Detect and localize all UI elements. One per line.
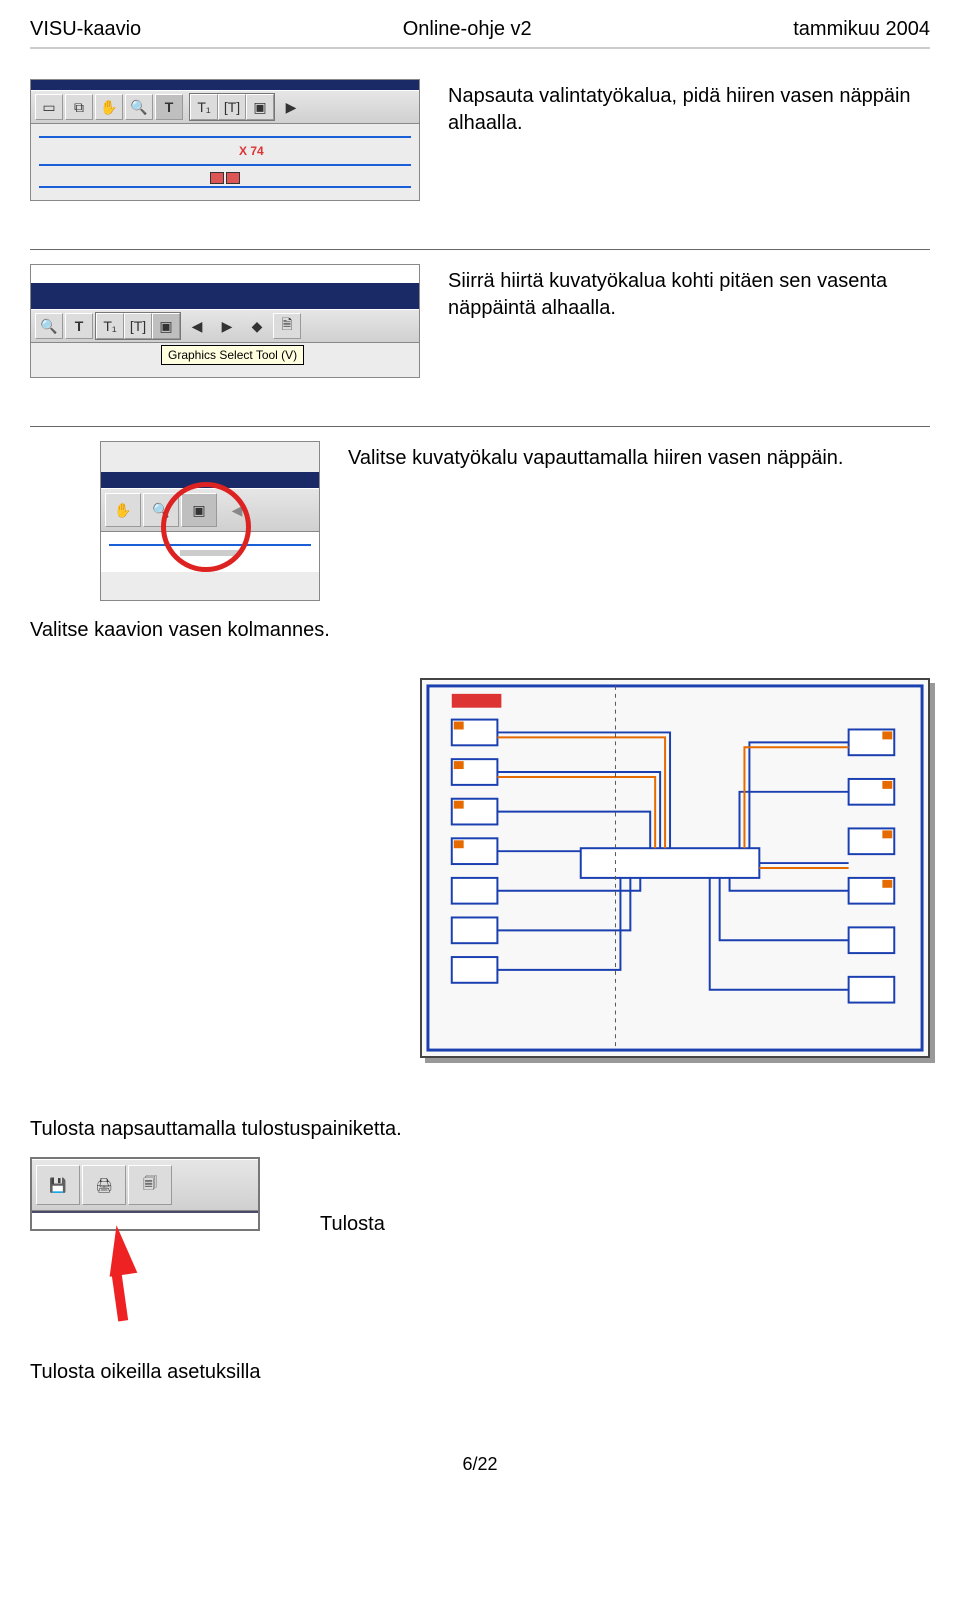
step-1-image: ▭ ⧉ ✋ 🔍 T T₁ [T] ▣ ▶ X 74 (30, 79, 420, 201)
header-left: VISU-kaavio (30, 18, 141, 41)
print-row: 💾 🖨 🗐 Tulosta (30, 1157, 930, 1321)
print-toolbar-image: 💾 🖨 🗐 (30, 1157, 260, 1321)
tool-sub-b2-icon: [T] (124, 313, 152, 339)
header-center: Online-ohje v2 (403, 18, 532, 41)
tool-copy-icon: ⧉ (65, 94, 93, 120)
step-2-text: Siirrä hiirtä kuvatyökalua kohti pitäen … (448, 264, 930, 322)
tool-search-icon: 🔍 (35, 313, 63, 339)
print-label: Tulosta (320, 1157, 930, 1238)
step-2: 🔍 T T₁ [T] ▣ ◀ ▶ ◆ 🗎 Graphics Select Too… (30, 264, 930, 378)
schematic-node-label: X 74 (239, 144, 264, 158)
highlight-circle (161, 482, 251, 572)
tool-page-icon: ▭ (35, 94, 63, 120)
step-3-text: Valitse kuvatyökalu vapauttamalla hiiren… (348, 441, 930, 472)
print-icon: 🖨 (82, 1165, 126, 1205)
tool-select-graphic-icon: ▣ (246, 94, 274, 120)
step-3: ✋ 🔍 ▣ ◀ Valitse kuvatyökalu vapauttamall… (30, 441, 930, 601)
print-settings-caption: Tulosta oikeilla asetuksilla (30, 1361, 930, 1384)
tool-sub-a2-icon: T₁ (96, 313, 124, 339)
step-1-text: Napsauta valintatyökalua, pidä hiiren va… (448, 79, 930, 137)
red-arrow-stem (112, 1275, 128, 1322)
tool-newdoc-icon: 🗎 (273, 313, 301, 339)
step-1: ▭ ⧉ ✋ 🔍 T T₁ [T] ▣ ▶ X 74 (30, 79, 930, 201)
tool-hand-icon: ✋ (95, 94, 123, 120)
red-arrow-icon (103, 1223, 138, 1276)
header-divider (30, 47, 930, 49)
tooltip-graphics-select: Graphics Select Tool (V) (161, 345, 304, 365)
tool-hand2-icon: ✋ (105, 493, 141, 527)
tool-sub-a-icon: T₁ (190, 94, 218, 120)
tool-sub-b-icon: [T] (218, 94, 246, 120)
save-icon: 💾 (36, 1165, 80, 1205)
print-instruction: Tulosta napsauttamalla tulostuspainikett… (30, 1118, 930, 1141)
header-right: tammikuu 2004 (793, 18, 930, 41)
step-2-bottom-rule (30, 426, 930, 427)
select-left-third-caption: Valitse kaavion vasen kolmannes. (30, 619, 930, 642)
tool-graphic-select-icon: ▣ (152, 313, 180, 339)
tool-text2-icon: T (65, 313, 93, 339)
wiring-diagram (420, 678, 930, 1058)
step-2-image: 🔍 T T₁ [T] ▣ ◀ ▶ ◆ 🗎 Graphics Select Too… (30, 264, 420, 378)
step-1-bottom-rule (30, 249, 930, 250)
page-header: VISU-kaavio Online-ohje v2 tammikuu 2004 (30, 0, 930, 47)
tool-text-icon: T (155, 94, 183, 120)
tool-zoom-icon: 🔍 (125, 94, 153, 120)
doc-icon: 🗐 (128, 1165, 172, 1205)
page-number: 6/22 (30, 1454, 930, 1475)
step-3-image: ✋ 🔍 ▣ ◀ (100, 441, 320, 601)
